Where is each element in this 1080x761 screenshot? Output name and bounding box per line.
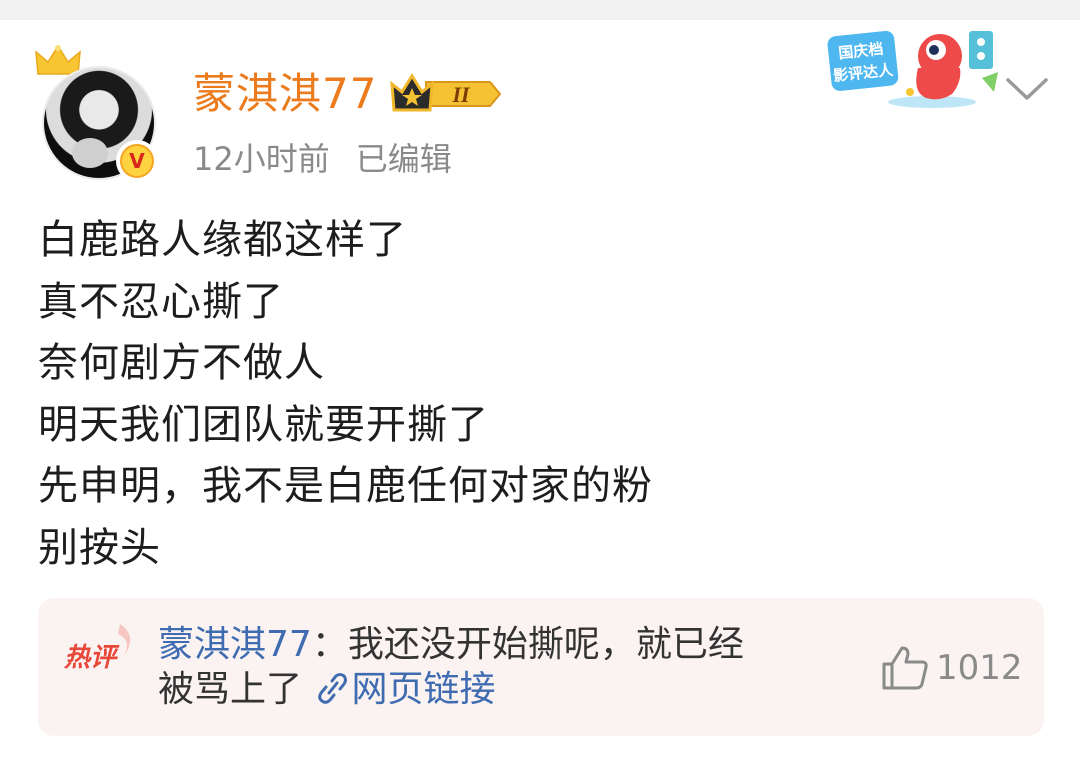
hot-comment-text: 蒙淇淇77：我还没开始撕呢，就已经 被骂上了 网页链接 (158, 622, 858, 712)
post-meta: 12小时前 已编辑 (193, 138, 452, 180)
avatar-secondary-figure (72, 138, 108, 168)
verified-icon: V (116, 140, 158, 182)
hot-comment-line2: 被骂上了 (158, 669, 303, 710)
username[interactable]: 蒙淇淇77 (193, 64, 377, 124)
hot-comment-line1: 我还没开始撕呢，就已经 (347, 624, 744, 665)
hot-comment-tag: 热评 (63, 624, 131, 673)
web-link-label: 网页链接 (351, 669, 496, 710)
post-line: 奈何剧方不做人 (38, 340, 325, 386)
hot-comment-card[interactable]: 热评 蒙淇淇77：我还没开始撕呢，就已经 被骂上了 网页链接 1012 (38, 598, 1044, 736)
movie-review-sticker[interactable]: 国庆档 影评达人 (822, 22, 1004, 108)
avatar-container[interactable]: V (34, 44, 164, 184)
post-line: 白鹿路人缘都这样了 (38, 217, 407, 263)
post-time: 12小时前 (193, 140, 330, 178)
link-icon (318, 673, 348, 704)
member-crown-icon[interactable]: II (390, 70, 504, 118)
like-button[interactable]: 1012 (880, 642, 1023, 694)
hot-comment-user[interactable]: 蒙淇淇77 (158, 624, 312, 665)
post-line: 先申明，我不是白鹿任何对家的粉 (38, 463, 653, 509)
thumbs-up-icon (882, 646, 928, 690)
svg-text:热评: 热评 (63, 643, 120, 673)
chevron-down-icon[interactable] (1004, 74, 1050, 104)
post-content: 白鹿路人缘都这样了 真不忍心撕了 奈何剧方不做人 明天我们团队就要开撕了 先申明… (38, 210, 653, 579)
web-link[interactable]: 网页链接 (313, 669, 495, 710)
hot-comment-separator: ： (311, 624, 348, 665)
post-line: 真不忍心撕了 (38, 278, 284, 325)
top-divider (0, 0, 1080, 20)
post-line: 明天我们团队就要开撕了 (38, 401, 489, 448)
edited-label[interactable]: 已编辑 (356, 140, 452, 178)
post-line: 别按头 (38, 524, 161, 571)
like-count: 1012 (936, 648, 1023, 688)
member-level-label: II (451, 82, 471, 107)
